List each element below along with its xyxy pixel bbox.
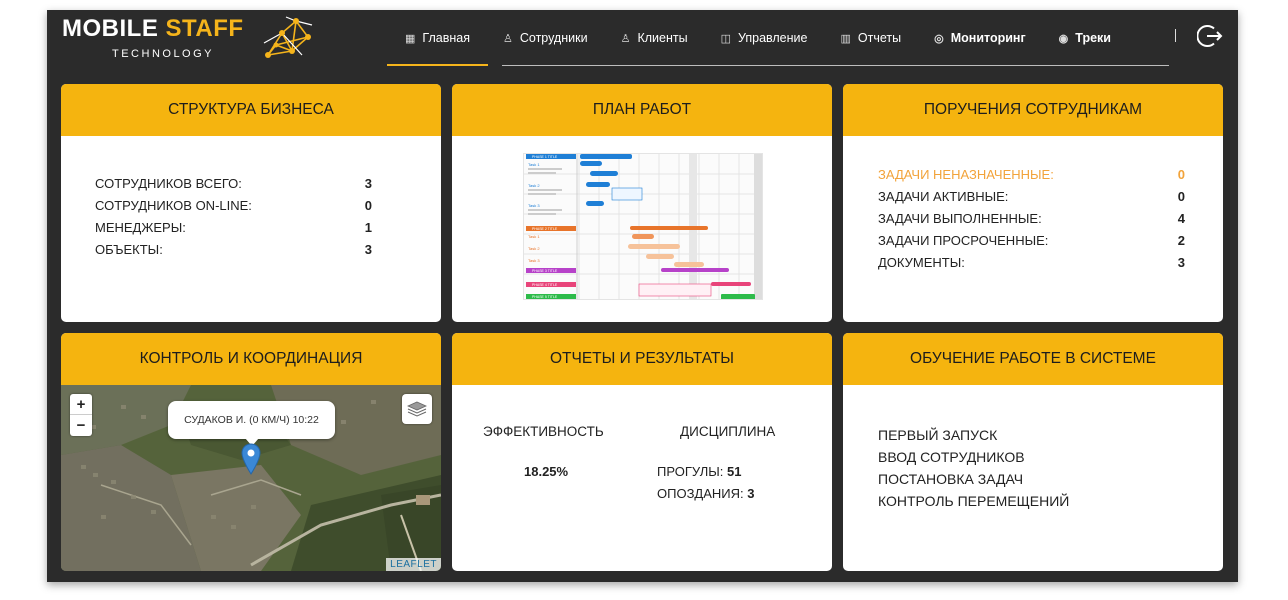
card-title: Структура бизнеса (61, 84, 441, 136)
stat-row: Сотрудников всего: 3 (95, 175, 372, 191)
sliders-icon: ◫ (720, 32, 731, 45)
main-nav: ▦ Главная ♙ Сотрудники ♙ Клиенты ◫ Управлени… (387, 10, 1144, 66)
efficiency-label: Эффективность (483, 424, 604, 439)
person-icon: ♙ (502, 32, 513, 45)
late-stat: Опоздания: 3 (657, 486, 755, 501)
training-link-first-launch[interactable]: Первый запуск (878, 424, 1069, 446)
logo-subtitle: TECHNOLOGY (112, 48, 215, 60)
gantt-phase-label: PHASE 1 TITLE (532, 155, 558, 159)
card-title: Поручения сотрудникам (843, 84, 1223, 136)
map-zoom-control: + − (70, 394, 92, 436)
training-link-task-setup[interactable]: Постановка задач (878, 468, 1069, 490)
gantt-phase-label: PHASE 4 TITLE (532, 283, 558, 287)
gantt-task-label: Task 1 (528, 234, 540, 239)
training-link-movement-control[interactable]: Контроль перемещений (878, 490, 1069, 512)
person-icon: ♙ (620, 32, 631, 45)
card-employee-tasks: Поручения сотрудникам Задачи неназначенн… (843, 84, 1223, 322)
card-business-structure: Структура бизнеса Сотрудников всего: 3 Со… (61, 84, 441, 322)
nav-divider (502, 65, 1169, 66)
nav-item-management[interactable]: ◫ Управление (721, 10, 808, 66)
logout-icon[interactable] (1197, 23, 1223, 49)
stat-row: Менеджеры: 1 (95, 219, 372, 235)
card-work-plan: План работ PHASE 1 TITLE Task 1 Task 2 (452, 84, 832, 322)
map-marker-icon[interactable] (241, 443, 261, 475)
app-frame: MOBILE STAFF TECHNOLOGY ▦ Главная ♙ Сотруд… (47, 10, 1238, 582)
gantt-task-label: Task 1 (528, 162, 540, 167)
gantt-phase-label: PHASE 2 TITLE (532, 227, 558, 231)
nav-item-reports[interactable]: ▥ Отчеты (840, 10, 901, 66)
stat-row-active[interactable]: Задачи активные: 0 (878, 185, 1185, 207)
gantt-task-label: Task 3 (528, 203, 540, 208)
satellite-map[interactable]: + − СУДАКОВ И. (0 КМ/Ч) 10:22 LEAFLET (61, 385, 441, 571)
zoom-out-button[interactable]: − (70, 415, 92, 436)
absences-stat: Прогулы: 51 (657, 464, 742, 479)
stat-row: Объекты: 3 (95, 241, 372, 257)
nav-item-employees[interactable]: ♙ Сотрудники (503, 10, 588, 66)
gantt-task-label: Task 2 (528, 183, 540, 188)
gantt-phase-label: PHASE 5 TITLE (532, 295, 558, 299)
card-title: Контроль и координация (61, 333, 441, 385)
compass-icon: ◎ (934, 32, 944, 45)
gantt-phase-label: PHASE 3 TITLE (532, 269, 558, 273)
layers-icon (407, 401, 427, 417)
logo-title: MOBILE STAFF (62, 15, 244, 42)
gantt-task-label: Task 2 (528, 246, 540, 251)
stat-row: Сотрудников on-line: 0 (95, 197, 372, 213)
map-attribution[interactable]: LEAFLET (386, 558, 441, 571)
nav-item-tracks[interactable]: ◉ Треки (1059, 10, 1111, 66)
marker-popup: СУДАКОВ И. (0 КМ/Ч) 10:22 (168, 401, 335, 446)
gantt-task-label: Task 3 (528, 258, 540, 263)
training-links: Первый запуск Ввод сотрудников Постановк… (878, 424, 1069, 512)
logo[interactable]: MOBILE STAFF TECHNOLOGY (62, 15, 322, 75)
home-grid-icon: ▦ (405, 32, 416, 45)
nav-item-home[interactable]: ▦ Главная (387, 10, 488, 66)
network-logo-icon (263, 16, 313, 58)
task-stats: Задачи неназначенные: 0 Задачи активные: 0… (878, 163, 1185, 273)
zoom-in-button[interactable]: + (70, 394, 92, 415)
top-bar: MOBILE STAFF TECHNOLOGY ▦ Главная ♙ Сотруд… (47, 10, 1238, 80)
stat-row-documents[interactable]: Документы: 3 (878, 251, 1185, 273)
map-layers-button[interactable] (402, 394, 432, 424)
stat-row-unassigned[interactable]: Задачи неназначенные: 0 (878, 163, 1185, 185)
discipline-label: Дисциплина (680, 424, 776, 439)
card-title: Отчеты и результаты (452, 333, 832, 385)
nav-item-monitoring[interactable]: ◎ Мониторинг (934, 10, 1026, 66)
training-link-add-employees[interactable]: Ввод сотрудников (878, 446, 1069, 468)
card-title: План работ (452, 84, 832, 136)
card-control-coordination: Контроль и координация (61, 333, 441, 571)
gantt-thumbnail[interactable]: PHASE 1 TITLE Task 1 Task 2 Task 3 PHASE… (523, 153, 763, 300)
card-reports-results: Отчеты и результаты Эффективность Дисцип… (452, 333, 832, 571)
stat-row-completed[interactable]: Задачи выполненные: 4 (878, 207, 1185, 229)
stat-row-overdue[interactable]: Задачи просроченные: 2 (878, 229, 1185, 251)
structure-stats: Сотрудников всего: 3 Сотрудников on-line:… (95, 172, 372, 260)
nav-item-clients[interactable]: ♙ Клиенты (621, 10, 688, 66)
nav-separator (1175, 29, 1176, 42)
bar-chart-icon: ▥ (840, 32, 851, 45)
efficiency-value: 18.25% (524, 464, 569, 479)
card-title: Обучение работе в системе (843, 333, 1223, 385)
eye-icon: ◉ (1058, 32, 1069, 45)
card-system-training: Обучение работе в системе Первый запуск … (843, 333, 1223, 571)
